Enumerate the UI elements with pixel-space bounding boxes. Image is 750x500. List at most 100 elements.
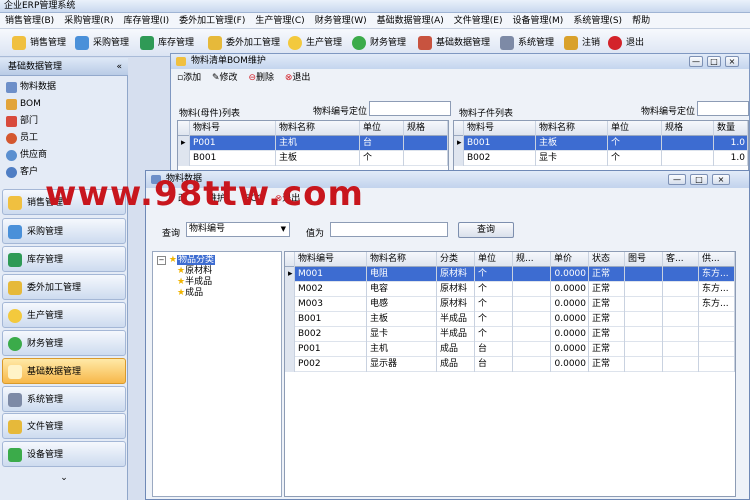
table-row[interactable]: M003 电感 原材料个 0.0000 正常 东方...: [285, 297, 735, 312]
column-header[interactable]: 客...: [663, 252, 699, 267]
row-header-cell: [285, 282, 295, 297]
menu-files[interactable]: 文件管理(E): [449, 13, 508, 29]
column-header[interactable]: 单位: [608, 121, 662, 136]
column-header[interactable]: 数量: [714, 121, 748, 136]
toolbar-basic-data-button[interactable]: 基础数据管理: [418, 34, 490, 52]
column-header[interactable]: 物料名称: [276, 121, 360, 136]
column-header[interactable]: 物料号: [190, 121, 276, 136]
nav-finance[interactable]: 财务管理: [2, 330, 126, 356]
sidebar-item-bom[interactable]: BOM: [6, 96, 41, 113]
folder-arrow-icon: [8, 281, 22, 295]
column-header[interactable]: 单位: [475, 252, 513, 267]
nav-basic-data[interactable]: 基础数据管理: [2, 358, 126, 384]
maximize-icon[interactable]: □: [707, 56, 721, 67]
tree-item-semi[interactable]: ★半成品: [177, 277, 212, 288]
table-row[interactable]: ▸ M001 电阻 原材料个 0.0000 正常 东方...: [285, 267, 735, 282]
bom-add-button[interactable]: ▫添加: [177, 71, 201, 85]
table-cell: 0.0000: [551, 357, 589, 372]
bom-edit-button[interactable]: ✎修改: [212, 71, 238, 85]
menu-help[interactable]: 帮助: [627, 13, 655, 29]
sidebar-item-material[interactable]: 物料数据: [6, 79, 56, 96]
menu-outsourcing[interactable]: 委外加工管理(F): [174, 13, 250, 29]
column-header[interactable]: 规...: [513, 252, 551, 267]
column-header[interactable]: 单位: [360, 121, 404, 136]
minimize-icon[interactable]: —: [689, 56, 703, 67]
nav-production[interactable]: 生产管理: [2, 302, 126, 328]
parent-locate-input[interactable]: [369, 101, 451, 116]
toolbar-inventory-button[interactable]: 库存管理: [140, 34, 194, 52]
toolbar-purchase-button[interactable]: 采购管理: [75, 34, 129, 52]
sidebar-item-customer[interactable]: 客户: [6, 164, 38, 181]
sidebar-more-icon[interactable]: ⌄: [0, 471, 128, 485]
material-window: 物料数据 — □ × 改 维护 ECO ⊗退出 查询 物料编号 ▼ 值为 查询 …: [145, 170, 750, 500]
nav-purchase[interactable]: 采购管理: [2, 218, 126, 244]
maximize-icon[interactable]: □: [690, 174, 708, 185]
tree-item-finished[interactable]: ★成品: [177, 288, 203, 299]
column-header[interactable]: 状态: [589, 252, 625, 267]
menu-finance[interactable]: 财务管理(W): [310, 13, 372, 29]
table-row[interactable]: B001 主板 半成品个 0.0000 正常: [285, 312, 735, 327]
collapse-icon[interactable]: «: [116, 58, 122, 76]
table-row[interactable]: P001 主机 成品台 0.0000 正常: [285, 342, 735, 357]
toolbar-outsourcing-button[interactable]: 委外加工管理: [208, 34, 280, 52]
sidebar-item-supplier[interactable]: 供应商: [6, 147, 47, 164]
query-button[interactable]: 查询: [458, 222, 514, 238]
table-row[interactable]: B001 主板 个: [178, 151, 448, 166]
toolbar-exit-button[interactable]: 退出: [608, 34, 644, 52]
close-icon[interactable]: ×: [725, 56, 739, 67]
nav-inventory[interactable]: 库存管理: [2, 246, 126, 272]
query-value-input[interactable]: [330, 222, 448, 237]
column-header[interactable]: 物料名称: [536, 121, 608, 136]
menu-equipment[interactable]: 设备管理(M): [508, 13, 569, 29]
tree-item-raw[interactable]: ★原材料: [177, 266, 212, 277]
table-cell: [513, 327, 551, 342]
nav-files[interactable]: 文件管理: [2, 413, 126, 439]
material-grid-header: 物料编号 物料名称 分类 单位 规... 单价 状态 图号 客... 供...: [285, 252, 735, 267]
table-row[interactable]: ▸ P001 主机 台: [178, 136, 448, 151]
column-header[interactable]: 分类: [437, 252, 475, 267]
sidebar-item-employee[interactable]: 员工: [6, 130, 38, 147]
column-header[interactable]: 物料号: [464, 121, 536, 136]
toolbar-finance-button[interactable]: 财务管理: [352, 34, 406, 52]
table-cell: [625, 312, 663, 327]
table-row[interactable]: M002 电容 原材料个 0.0000 正常 东方...: [285, 282, 735, 297]
nav-system[interactable]: 系统管理: [2, 386, 126, 412]
minimize-icon[interactable]: —: [668, 174, 686, 185]
table-row[interactable]: B002 显卡 个 1.0: [454, 151, 748, 166]
table-row[interactable]: P002 显示器 成品台 0.0000 正常: [285, 357, 735, 372]
close-icon[interactable]: ×: [712, 174, 730, 185]
nav-outsourcing[interactable]: 委外加工管理: [2, 274, 126, 300]
table-cell: 0.0000: [551, 297, 589, 312]
column-header[interactable]: 物料编号: [295, 252, 367, 267]
toolbar-logout-button[interactable]: 注销: [564, 34, 600, 52]
column-header[interactable]: 规格: [662, 121, 714, 136]
table-cell: [513, 342, 551, 357]
column-header[interactable]: 单价: [551, 252, 589, 267]
toolbar-sales-button[interactable]: 销售管理: [12, 34, 66, 52]
column-header[interactable]: 物料名称: [367, 252, 437, 267]
toolbar-production-button[interactable]: 生产管理: [288, 34, 342, 52]
folder-arrow-icon: [208, 36, 222, 50]
menu-basic-data[interactable]: 基础数据管理(A): [372, 13, 449, 29]
query-field-select[interactable]: 物料编号 ▼: [186, 222, 290, 237]
bom-delete-button[interactable]: ⊖删除: [248, 71, 274, 85]
menu-sales[interactable]: 销售管理(B): [0, 13, 59, 29]
sidebar-item-department[interactable]: 部门: [6, 113, 38, 130]
table-cell: 正常: [589, 312, 625, 327]
menu-system[interactable]: 系统管理(S): [568, 13, 627, 29]
table-row[interactable]: B002 显卡 半成品个 0.0000 正常: [285, 327, 735, 342]
menu-production[interactable]: 生产管理(C): [250, 13, 309, 29]
tree-root[interactable]: − ★物品分类: [157, 254, 215, 266]
table-cell: 原材料: [437, 297, 475, 312]
collapse-icon[interactable]: −: [157, 256, 166, 265]
table-row[interactable]: ▸ B001 主板 个 1.0: [454, 136, 748, 151]
toolbar-system-button[interactable]: 系统管理: [500, 34, 554, 52]
menu-inventory[interactable]: 库存管理(I): [118, 13, 174, 29]
child-locate-input[interactable]: [697, 101, 749, 116]
column-header[interactable]: 供...: [699, 252, 735, 267]
bom-exit-button[interactable]: ⊗退出: [285, 71, 311, 85]
nav-equipment[interactable]: 设备管理: [2, 441, 126, 467]
column-header[interactable]: 图号: [625, 252, 663, 267]
menu-purchase[interactable]: 采购管理(R): [59, 13, 118, 29]
column-header[interactable]: 规格: [404, 121, 448, 136]
